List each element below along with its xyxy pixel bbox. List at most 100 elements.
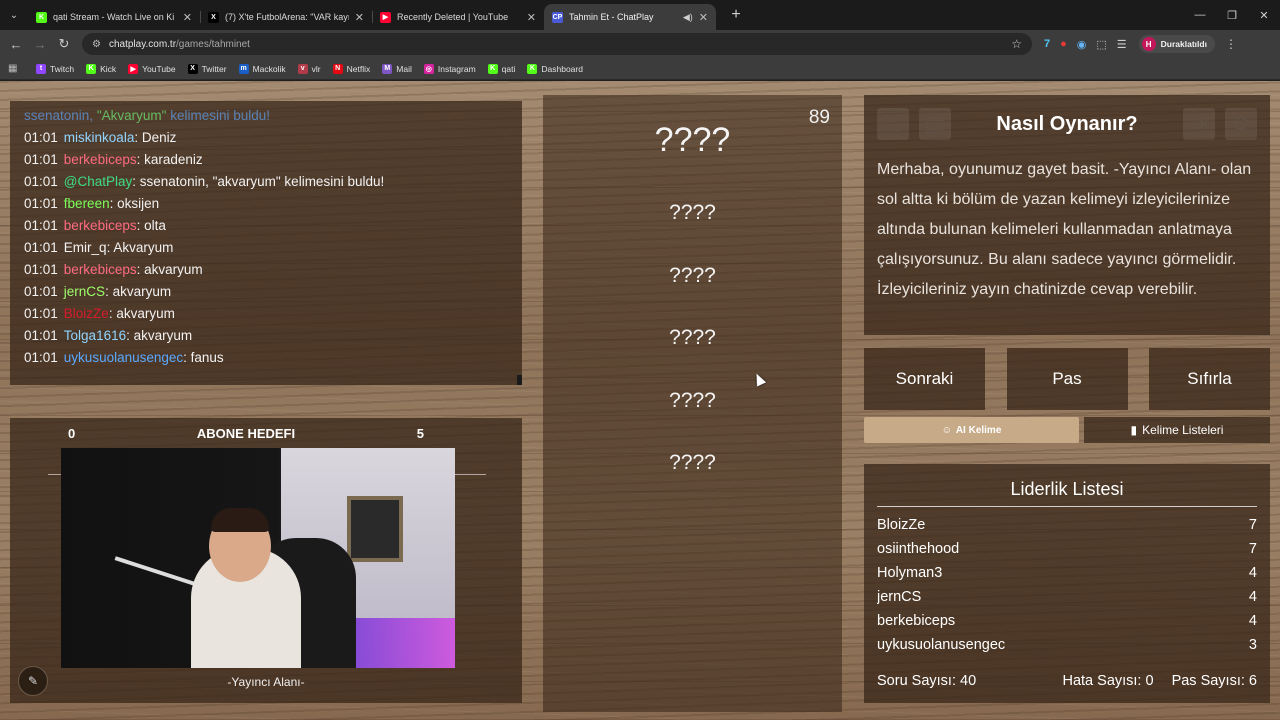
player-name: uykusuolanusengec (877, 637, 1006, 653)
ai-word-button[interactable]: ☺ AI Kelime (864, 417, 1079, 443)
pass-button[interactable]: Pas (1006, 348, 1128, 410)
bookmark-label: vlr (311, 63, 321, 74)
browser-menu-icon[interactable]: ⋮ (1225, 37, 1237, 51)
reset-button[interactable]: Sıfırla (1149, 348, 1270, 410)
chat-message: 01:01 uykusuolanusengec: fanus (24, 347, 508, 369)
bookmark-label: qati (501, 63, 516, 74)
puzzle-icon[interactable]: ⬚ (1096, 38, 1106, 51)
tab-title: Recently Deleted | YouTube (397, 12, 509, 22)
close-tab-icon[interactable]: ✕ (183, 11, 192, 24)
forbidden-word: ???? (669, 451, 716, 474)
player-score: 4 (1248, 589, 1257, 605)
chat-username[interactable]: BloizZe (64, 306, 109, 321)
reload-icon[interactable]: ↻ (52, 36, 76, 52)
forward-icon[interactable]: → (28, 37, 52, 52)
extension-icon-2[interactable]: ● (1060, 38, 1067, 50)
how-to-play-panel: ⛶ ▤ Nasıl Oynanır? ⇥ ⚙ Merhaba, oyunumuz… (864, 95, 1270, 335)
chat-scrollbar[interactable] (517, 375, 522, 385)
reading-list-icon[interactable]: ☰ (1117, 38, 1127, 51)
chat-text: : karadeniz (136, 152, 203, 167)
restore-icon[interactable]: ❐ (1216, 9, 1248, 22)
settings-gear-icon[interactable]: ⚙ (1225, 108, 1257, 140)
bookmark-item[interactable]: ◎ Instagram (423, 63, 476, 74)
window-controls: — ❐ ✕ (1184, 0, 1280, 30)
bookmark-item[interactable]: Kqati (487, 63, 516, 74)
chat-username[interactable]: jernCS (64, 284, 105, 299)
question-count: Soru Sayısı: 40 (877, 673, 977, 689)
word-options: ☺ AI Kelime ▮ Kelime Listeleri (864, 417, 1270, 443)
chat-message: 01:01 berkebiceps: olta (24, 215, 508, 237)
bookmark-item[interactable]: K Kick (86, 63, 116, 74)
speaker-icon[interactable]: ◀) (683, 12, 693, 23)
close-tab-icon[interactable]: ✕ (699, 11, 708, 24)
browser-tab-strip: ⌄ Kqati Stream - Watch Live on Ki ✕ X (7) X… (0, 0, 1280, 30)
webcam-video (61, 448, 455, 668)
browser-tab[interactable]: ▶ Recently Deleted | YouTube ✕ (372, 4, 544, 30)
chat-username[interactable]: Emir_q (64, 240, 107, 255)
profile-status: Duraklatıldı (1160, 39, 1207, 49)
logout-icon[interactable]: ⇥ (1183, 108, 1215, 140)
tab-title: (7) X'te FutbolArena: "VAR kayı (225, 12, 349, 22)
close-tab-icon[interactable]: ✕ (527, 11, 536, 24)
bookmark-item[interactable]: X Twitter (187, 63, 227, 74)
bookmark-item[interactable]: t Twitch (36, 63, 75, 74)
leaderboard-list[interactable]: BloizZe 7 osiinthehood 7 Holyman3 4 jernCS 4 ber… (877, 513, 1257, 657)
chat-username[interactable]: Tolga1616 (64, 328, 126, 343)
bookmark-item[interactable]: N Netflix (332, 63, 370, 74)
chat-username[interactable]: berkebiceps (64, 152, 137, 167)
extension-icon-3[interactable]: ◉ (1077, 38, 1087, 51)
x-icon: X (208, 11, 219, 23)
word-lists-button[interactable]: ▮ Kelime Listeleri (1084, 417, 1270, 443)
next-button[interactable]: Sonraki (864, 348, 985, 410)
fullscreen-icon[interactable]: ⛶ (877, 108, 909, 140)
chat-username[interactable]: miskinkoala (64, 130, 135, 145)
minimize-icon[interactable]: — (1184, 9, 1216, 21)
chat-time: 01:01 (24, 130, 58, 145)
bookmark-label: Mackolik (252, 63, 286, 74)
apps-grid-icon[interactable]: ▦ (8, 63, 22, 74)
youtube-icon: ▶ (128, 63, 139, 74)
tab-search-icon[interactable]: ⌄ (0, 10, 28, 21)
chat-username[interactable]: uykusuolanusengec (64, 350, 183, 365)
bookmark-item[interactable]: m Mackolik (238, 63, 286, 74)
chat-time: 01:01 (24, 306, 58, 321)
kick-icon: K (487, 63, 498, 74)
chat-username[interactable]: fbereen (64, 196, 110, 211)
kick-icon: K (36, 11, 47, 23)
close-window-icon[interactable]: ✕ (1248, 9, 1280, 22)
bookmark-label: Mail (396, 63, 412, 74)
vlr-icon: v (297, 63, 308, 74)
bookmark-item[interactable]: M Mail (382, 63, 412, 74)
player-name: Holyman3 (877, 565, 943, 581)
profile-button[interactable]: H Duraklatıldı (1138, 35, 1215, 53)
bookmark-item[interactable]: K Dashboard (527, 63, 583, 74)
found-user: ssenatonin, (24, 108, 94, 123)
notes-icon[interactable]: ▤ (919, 108, 951, 140)
browser-tab[interactable]: CP Tahmin Et - ChatPlay ◀) ✕ (544, 4, 716, 30)
bookmark-label: Twitch (50, 63, 75, 74)
extension-icon-1[interactable]: 7 (1044, 38, 1050, 50)
chat-message: 01:01 berkebiceps: akvaryum (24, 259, 508, 281)
avatar: H (1141, 37, 1156, 51)
how-to-play-header: ⛶ ▤ Nasıl Oynanır? ⇥ ⚙ (877, 95, 1257, 153)
leaderboard-title: Liderlik Listesi (1010, 479, 1124, 499)
back-icon[interactable]: ← (4, 37, 28, 52)
player-score: 4 (1248, 565, 1257, 581)
chat-message: 01:01 jernCS: akvaryum (24, 281, 508, 303)
new-tab-button[interactable]: + (726, 6, 746, 24)
chat-username[interactable]: berkebiceps (64, 218, 137, 233)
bookmark-star-icon[interactable]: ☆ (1011, 37, 1022, 51)
chat-text: : akvaryum (108, 306, 175, 321)
bookmark-item[interactable]: ▶ YouTube (128, 63, 176, 74)
close-tab-icon[interactable]: ✕ (355, 11, 364, 24)
browser-tab[interactable]: Kqati Stream - Watch Live on Ki ✕ (28, 4, 200, 30)
bookmark-item[interactable]: v vlr (297, 63, 321, 74)
chat-username[interactable]: @ChatPlay (64, 174, 132, 189)
player-score: 3 (1248, 637, 1257, 653)
browser-tab[interactable]: X (7) X'te FutbolArena: "VAR kayı ✕ (200, 4, 372, 30)
chat-username[interactable]: berkebiceps (64, 262, 137, 277)
chat-time: 01:01 (24, 218, 58, 233)
address-bar[interactable]: ⚙ chatplay.com.tr/games/tahminet ☆ (82, 33, 1032, 55)
site-info-icon[interactable]: ⚙ (92, 39, 101, 50)
chat-message: 01:01 miskinkoala: Deniz (24, 127, 508, 149)
